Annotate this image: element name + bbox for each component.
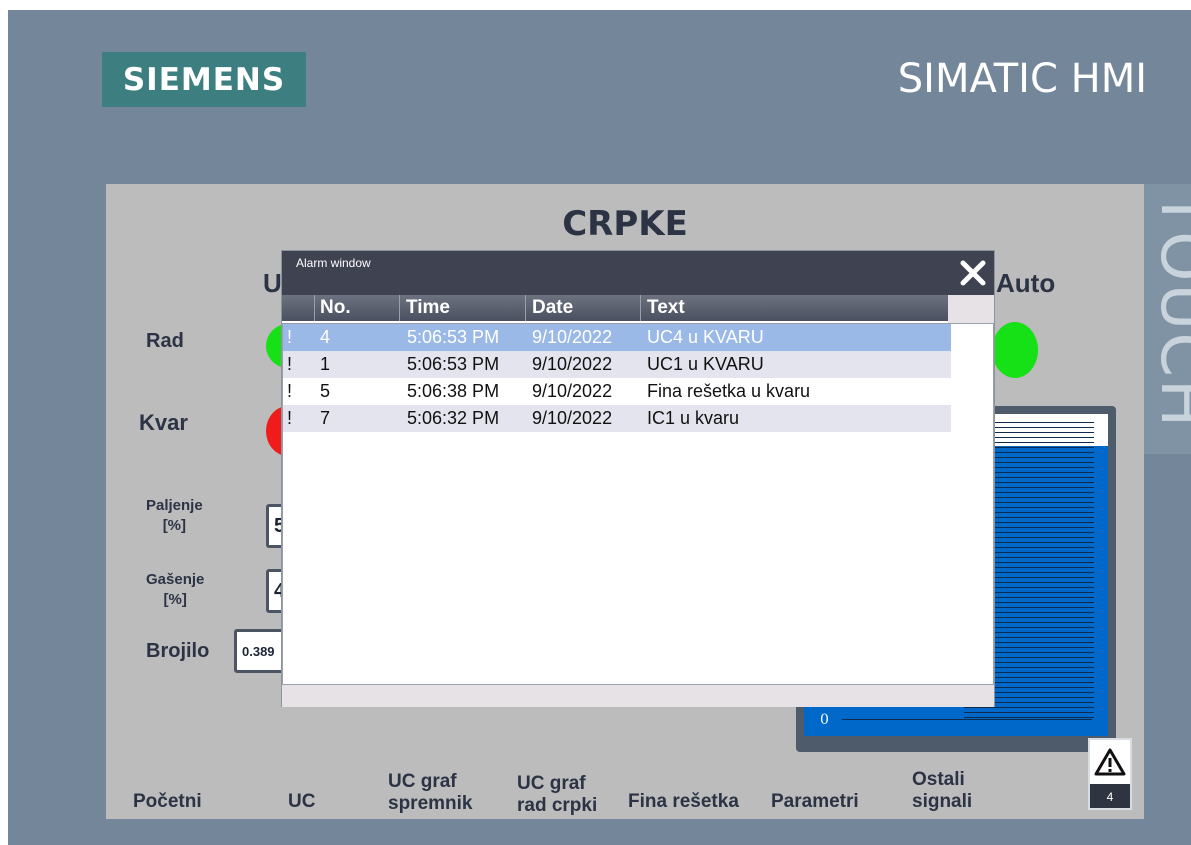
alarm-flag: ! [287, 408, 293, 428]
left-column-header: U [263, 268, 282, 298]
gasenje-label: Gašenje [%] [146, 570, 204, 610]
touch-side-label: TOUCH [1144, 184, 1191, 454]
alarm-row[interactable]: ! 4 5:06:53 PM 9/10/2022 UC4 u KVARU [283, 324, 951, 351]
tank-scale-tick [964, 712, 1094, 713]
close-button[interactable] [952, 253, 994, 293]
alarm-window-footer [282, 685, 994, 707]
alarm-row[interactable]: ! 1 5:06:53 PM 9/10/2022 UC1 u KVARU [283, 351, 951, 378]
alarm-time: 5:06:53 PM [407, 354, 500, 374]
alarm-time: 5:06:38 PM [407, 381, 500, 401]
nav-uc-graf-rad-crpki-button[interactable]: UC graf rad crpki [517, 773, 597, 817]
gasenje-label-line1: Gašenje [146, 571, 205, 588]
alarm-time: 5:06:53 PM [407, 327, 500, 347]
alarm-text: Fina rešetka u kvaru [647, 381, 811, 401]
alarm-table-header: No. Time Date Text [282, 295, 948, 321]
alarm-date: 9/10/2022 [532, 381, 613, 401]
brojilo-label: Brojilo [146, 640, 210, 662]
nav-uc-graf-spremnik-line1: UC graf [388, 771, 457, 792]
alarm-window-titlebar: Alarm window [282, 251, 994, 295]
nav-uc-graf-rad-crpki-line2: rad crpki [517, 795, 598, 816]
alarm-header-filler [948, 295, 994, 323]
screen-title: CRPKE [562, 204, 688, 244]
col-header-no[interactable]: No. [320, 297, 351, 319]
alarm-text: UC1 u KVARU [647, 354, 764, 374]
nav-fina-resetka-button[interactable]: Fina rešetka [628, 791, 739, 813]
alarm-indicator-button[interactable]: 4 [1088, 738, 1132, 810]
paljenje-label-line2: [%] [162, 517, 187, 534]
header-separator [525, 295, 526, 321]
rad-label: Rad [146, 330, 184, 352]
alarm-window: Alarm window No. Time Date Text ! 4 5:06:5… [281, 250, 995, 707]
alarm-window-title: Alarm window [296, 256, 371, 270]
nav-pocetni-button[interactable]: Početni [133, 791, 202, 813]
auto-status-lamp [992, 322, 1038, 378]
nav-ostali-signali-line1: Ostali [912, 769, 965, 790]
tank-zero-line [842, 719, 1092, 720]
siemens-logo: SIEMENS [102, 52, 306, 107]
alarm-table-body: ! 4 5:06:53 PM 9/10/2022 UC4 u KVARU! 1 5:06:5… [282, 323, 994, 685]
alarm-flag: ! [287, 381, 293, 401]
nav-uc-button[interactable]: UC [288, 791, 315, 813]
alarm-count: 4 [1106, 790, 1114, 804]
nav-uc-graf-spremnik-line2: spremnik [388, 793, 473, 814]
col-header-time[interactable]: Time [406, 297, 450, 319]
alarm-number: 1 [320, 354, 331, 374]
tank-scale-tick [964, 707, 1094, 708]
gasenje-label-line2: [%] [163, 591, 187, 608]
alarm-date: 9/10/2022 [532, 354, 613, 374]
nav-uc-graf-rad-crpki-line1: UC graf [517, 773, 586, 794]
auto-header: Auto [996, 268, 1056, 298]
nav-parametri-button[interactable]: Parametri [771, 791, 859, 813]
header-separator [640, 295, 641, 321]
nav-ostali-signali-button[interactable]: Ostali signali [912, 769, 972, 813]
tank-scale-tick [964, 717, 1094, 718]
touch-text: TOUCH [1146, 190, 1191, 430]
header-separator [399, 295, 400, 321]
warning-icon [1090, 740, 1130, 784]
alarm-number: 7 [320, 408, 331, 428]
close-icon [960, 260, 986, 286]
alarm-table: No. Time Date Text ! 4 5:06:53 PM 9/10/2022… [282, 295, 994, 685]
alarm-number: 4 [320, 327, 331, 347]
nav-ostali-signali-line2: signali [912, 791, 973, 812]
kvar-label: Kvar [139, 410, 188, 435]
alarm-date: 9/10/2022 [532, 408, 613, 428]
tank-zero-label: 0 [820, 712, 829, 728]
nav-uc-graf-spremnik-button[interactable]: UC graf spremnik [388, 771, 472, 815]
col-header-date[interactable]: Date [532, 297, 573, 319]
left-edge-strip [0, 0, 8, 845]
alarm-row[interactable]: ! 7 5:06:32 PM 9/10/2022 IC1 u kvaru [283, 405, 951, 432]
paljenje-label-line1: Paljenje [146, 497, 203, 514]
product-name: SIMATIC HMI [897, 56, 1147, 102]
header-separator [314, 295, 315, 321]
alarm-flag: ! [287, 354, 293, 374]
alarm-date: 9/10/2022 [532, 327, 613, 347]
col-header-text[interactable]: Text [647, 297, 685, 319]
paljenje-label: Paljenje [%] [146, 496, 203, 536]
alarm-text: UC4 u KVARU [647, 327, 764, 347]
alarm-flag: ! [287, 327, 293, 347]
alarm-text: IC1 u kvaru [647, 408, 740, 428]
alarm-number: 5 [320, 381, 331, 401]
alarm-time: 5:06:32 PM [407, 408, 500, 428]
alarm-row[interactable]: ! 5 5:06:38 PM 9/10/2022 Fina rešetka u kvar… [283, 378, 951, 405]
